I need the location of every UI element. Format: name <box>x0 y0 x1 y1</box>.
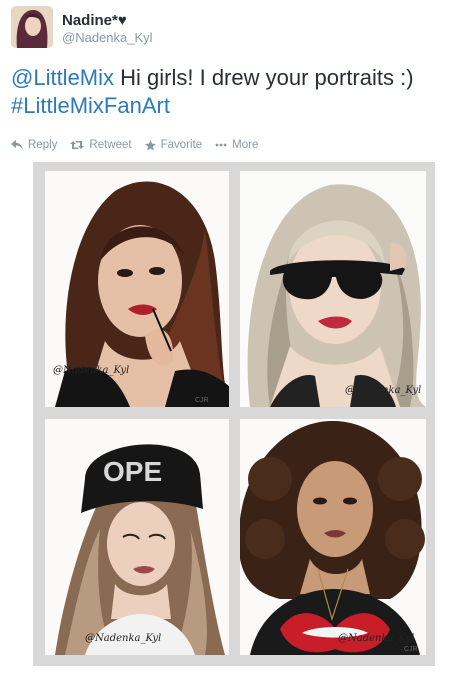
retweet-label: Retweet <box>89 139 132 151</box>
portrait-top-left: @Nadenka_Kyl CJR <box>45 171 229 407</box>
tweet-body: Hi girls! I drew your portraits :) <box>114 65 414 90</box>
more-button[interactable]: More <box>215 139 258 151</box>
reply-button[interactable]: Reply <box>11 139 57 151</box>
portrait-top-right: @Nadenka_Kyl <box>240 171 426 407</box>
artist-initials: CJR <box>404 646 418 653</box>
artist-initials: CJR <box>195 397 209 404</box>
artist-signature: @Nadenka_Kyl <box>345 385 422 396</box>
user-handle[interactable]: @Nadenka_Kyl <box>62 30 153 45</box>
more-label: More <box>232 139 259 151</box>
artist-signature: @Nadenka_Kyl <box>53 365 130 376</box>
retweet-icon <box>70 141 85 149</box>
tweet-actions: Reply Retweet Favorite More <box>11 137 271 153</box>
avatar[interactable] <box>11 6 53 48</box>
svg-text:OPE: OPE <box>103 456 162 487</box>
favorite-button[interactable]: Favorite <box>144 139 203 151</box>
tweet-text: @LittleMix Hi girls! I drew your portrai… <box>11 64 466 120</box>
ellipsis-icon <box>215 143 227 147</box>
star-icon <box>144 139 156 151</box>
reply-icon <box>11 140 23 150</box>
artist-signature: @Nadenka_Kyl <box>338 633 415 644</box>
hashtag-link[interactable]: #LittleMixFanArt <box>11 93 170 118</box>
mention-link[interactable]: @LittleMix <box>11 65 114 90</box>
portrait-bottom-left: OPE @Nadenka_Kyl <box>45 419 229 655</box>
reply-label: Reply <box>28 139 58 151</box>
portrait-bottom-right: @Nadenka_Kyl CJR <box>240 419 426 655</box>
retweet-button[interactable]: Retweet <box>70 139 132 151</box>
artist-signature: @Nadenka_Kyl <box>85 633 162 644</box>
display-name[interactable]: Nadine*♥ <box>62 12 127 29</box>
tweet-photo[interactable]: @Nadenka_Kyl CJR @Nadenka_Kyl OPE @Naden… <box>33 162 435 666</box>
favorite-label: Favorite <box>160 139 203 151</box>
